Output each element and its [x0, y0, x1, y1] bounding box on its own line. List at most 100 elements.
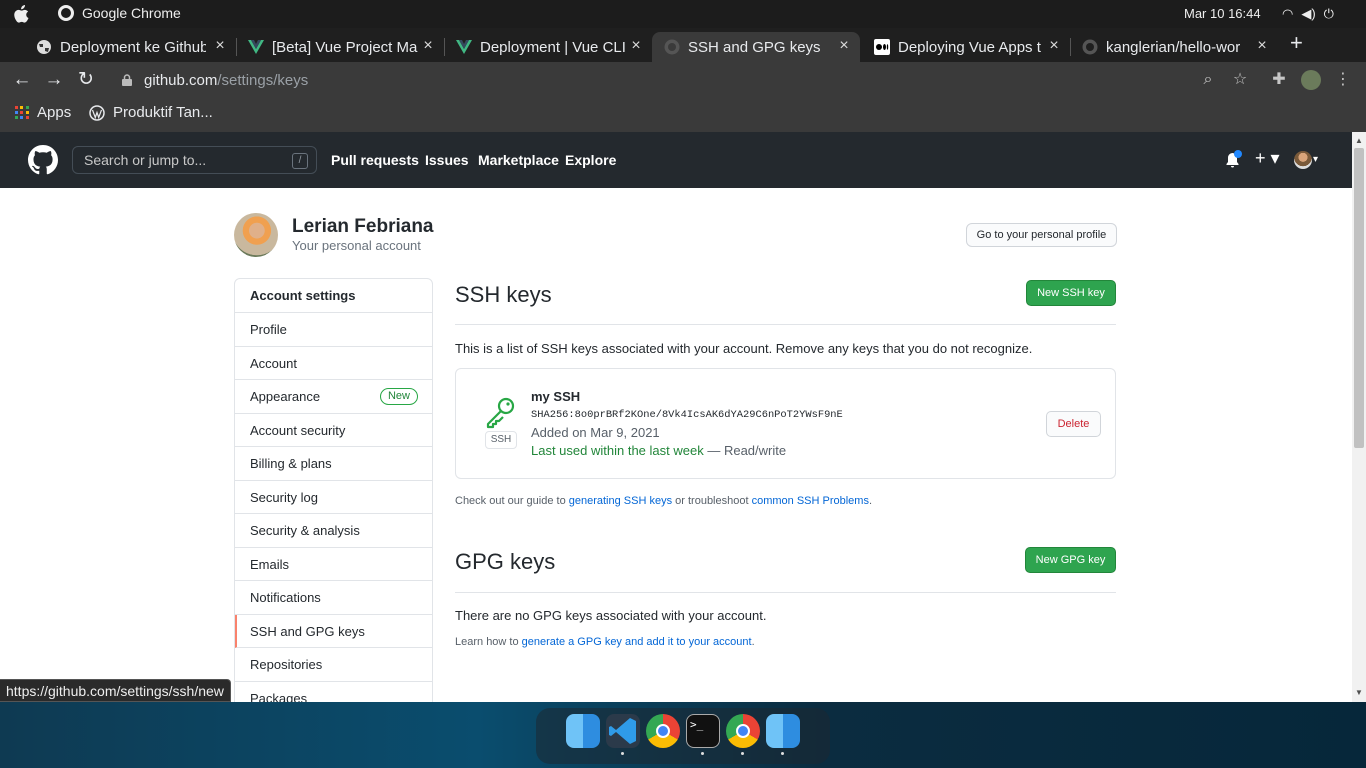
scroll-thumb[interactable]	[1354, 148, 1364, 448]
sidebar-item-repositories[interactable]: Repositories	[235, 648, 432, 682]
key-icon	[486, 397, 515, 429]
page-scrollbar[interactable]: ▲ ▼	[1352, 132, 1366, 702]
tab-deploying-vue-apps[interactable]: Deploying Vue Apps t ×	[862, 32, 1070, 62]
profile-avatar-icon[interactable]	[1301, 70, 1321, 90]
github-header: Search or jump to... / Pull requests Iss…	[0, 132, 1352, 188]
go-to-profile-button[interactable]: Go to your personal profile	[966, 223, 1117, 247]
nav-pull-requests[interactable]: Pull requests	[331, 152, 419, 168]
volume-icon: ◀)	[1301, 6, 1316, 21]
close-icon[interactable]: ×	[420, 37, 436, 55]
active-app[interactable]: Google Chrome	[58, 5, 181, 21]
help-prefix: Learn how to	[455, 636, 522, 648]
vscode-icon[interactable]	[606, 714, 640, 748]
reload-icon[interactable]: ↻	[74, 68, 98, 92]
sidebar-item-security-log[interactable]: Security log	[235, 481, 432, 514]
search-input[interactable]: Search or jump to... /	[72, 146, 317, 174]
bookmark-apps[interactable]: Apps	[15, 104, 71, 121]
clock[interactable]: Mar 10 16:44	[1184, 6, 1261, 21]
extensions-icon[interactable]: ✚	[1269, 70, 1289, 90]
sidebar-item-label: Account security	[250, 422, 346, 438]
close-icon[interactable]: ×	[212, 37, 228, 55]
chrome-icon	[58, 5, 74, 21]
profile-subtitle: Your personal account	[292, 238, 421, 253]
profile-name: Lerian Febriana	[292, 216, 434, 237]
sidebar-item-label: SSH and GPG keys	[250, 623, 365, 639]
tab-hello-world-repo[interactable]: kanglerian/hello-wor ×	[1070, 32, 1278, 62]
chevron-down-icon[interactable]: ▾	[1313, 154, 1318, 165]
scroll-up-icon[interactable]: ▲	[1355, 136, 1363, 145]
user-avatar[interactable]	[1294, 151, 1312, 169]
new-gpg-key-button[interactable]: New GPG key	[1025, 547, 1116, 573]
delete-ssh-key-button[interactable]: Delete	[1046, 411, 1101, 437]
finder-icon[interactable]	[766, 714, 800, 748]
sidebar-item-emails[interactable]: Emails	[235, 548, 432, 581]
back-icon[interactable]: ←	[10, 68, 34, 92]
ssh-key-fingerprint: SHA256:8o0prBRf2KOne/8Vk4IcsAK6dYA29C6nP…	[531, 409, 843, 421]
common-ssh-problems-link[interactable]: common SSH Problems	[752, 495, 869, 507]
link-status-bar: https://github.com/settings/ssh/new	[0, 679, 231, 702]
menu-kebab-icon[interactable]: ⋮	[1333, 70, 1353, 90]
running-indicator	[621, 752, 624, 755]
github-icon	[664, 39, 680, 55]
chrome-icon[interactable]	[646, 714, 680, 748]
tab-ssh-gpg-keys[interactable]: SSH and GPG keys ×	[652, 32, 860, 62]
tab-title: [Beta] Vue Project Ma	[272, 38, 418, 56]
sidebar-item-label: Security & analysis	[250, 523, 360, 538]
tab-vue-project[interactable]: [Beta] Vue Project Ma ×	[236, 32, 444, 62]
scroll-down-icon[interactable]: ▼	[1355, 688, 1363, 697]
close-icon[interactable]: ×	[628, 37, 644, 55]
sidebar-item-ssh-gpg-keys[interactable]: SSH and GPG keys	[235, 614, 432, 648]
globe-icon	[37, 40, 51, 54]
nav-explore[interactable]: Explore	[565, 152, 616, 168]
divider	[455, 324, 1116, 325]
medium-icon	[874, 39, 890, 55]
sidebar-item-label: Profile	[250, 322, 287, 337]
sidebar-item-label: Packages	[250, 690, 308, 703]
tab-strip: Deployment ke Github × [Beta] Vue Projec…	[0, 28, 1366, 62]
divider	[455, 592, 1116, 593]
address-bar[interactable]: github.com/settings/keys	[108, 64, 1228, 96]
apple-icon[interactable]	[14, 5, 30, 23]
tab-deployment-github[interactable]: Deployment ke Github ×	[24, 32, 236, 62]
url-host: github.com	[144, 71, 218, 89]
github-logo-icon[interactable]	[28, 145, 58, 175]
wordpress-icon	[89, 104, 105, 121]
finder-icon[interactable]	[566, 714, 600, 748]
chrome-icon[interactable]	[726, 714, 760, 748]
close-icon[interactable]: ×	[1254, 37, 1270, 55]
running-indicator	[781, 752, 784, 755]
close-icon[interactable]: ×	[1046, 37, 1062, 55]
new-tab-button[interactable]: +	[1290, 30, 1303, 56]
sidebar-item-billing[interactable]: Billing & plans	[235, 447, 432, 481]
notification-dot	[1234, 150, 1242, 158]
terminal-icon[interactable]: >_	[686, 714, 720, 748]
star-icon[interactable]: ☆	[1230, 70, 1250, 90]
sidebar-item-appearance[interactable]: Appearance New	[235, 380, 432, 414]
ssh-key-last-used: Last used within the last week — Read/wr…	[531, 443, 786, 458]
sidebar-item-packages[interactable]: Packages	[235, 682, 432, 703]
nav-issues[interactable]: Issues	[425, 152, 469, 168]
github-icon	[1082, 39, 1098, 55]
generating-ssh-keys-link[interactable]: generating SSH keys	[569, 495, 672, 507]
generate-gpg-key-link[interactable]: generate a GPG key and add it to your ac…	[522, 636, 752, 648]
tab-deployment-vue-cli[interactable]: Deployment | Vue CLI ×	[444, 32, 652, 62]
vue-icon	[248, 40, 264, 54]
forward-icon[interactable]: →	[42, 68, 66, 92]
close-icon[interactable]: ×	[836, 37, 852, 55]
sidebar-item-security-analysis[interactable]: Security & analysis	[235, 514, 432, 548]
nav-marketplace[interactable]: Marketplace	[478, 152, 559, 168]
zoom-icon[interactable]: ⌕	[1198, 70, 1218, 90]
running-indicator	[701, 752, 704, 755]
system-tray[interactable]: ◠ ◀) ⏻	[1282, 6, 1334, 22]
help-prefix: Check out our guide to	[455, 495, 569, 507]
bookmark-produktif[interactable]: Produktif Tan...	[89, 104, 213, 121]
sidebar-item-notifications[interactable]: Notifications	[235, 581, 432, 615]
lock-icon	[122, 74, 132, 86]
sidebar-item-account[interactable]: Account	[235, 347, 432, 380]
sidebar-item-profile[interactable]: Profile	[235, 313, 432, 347]
new-ssh-key-button[interactable]: New SSH key	[1026, 280, 1116, 306]
create-new-plus-icon[interactable]: + ▾	[1255, 148, 1280, 169]
sidebar-item-account-security[interactable]: Account security	[235, 414, 432, 447]
search-placeholder: Search or jump to...	[84, 152, 207, 168]
gpg-empty-text: There are no GPG keys associated with yo…	[455, 608, 767, 623]
